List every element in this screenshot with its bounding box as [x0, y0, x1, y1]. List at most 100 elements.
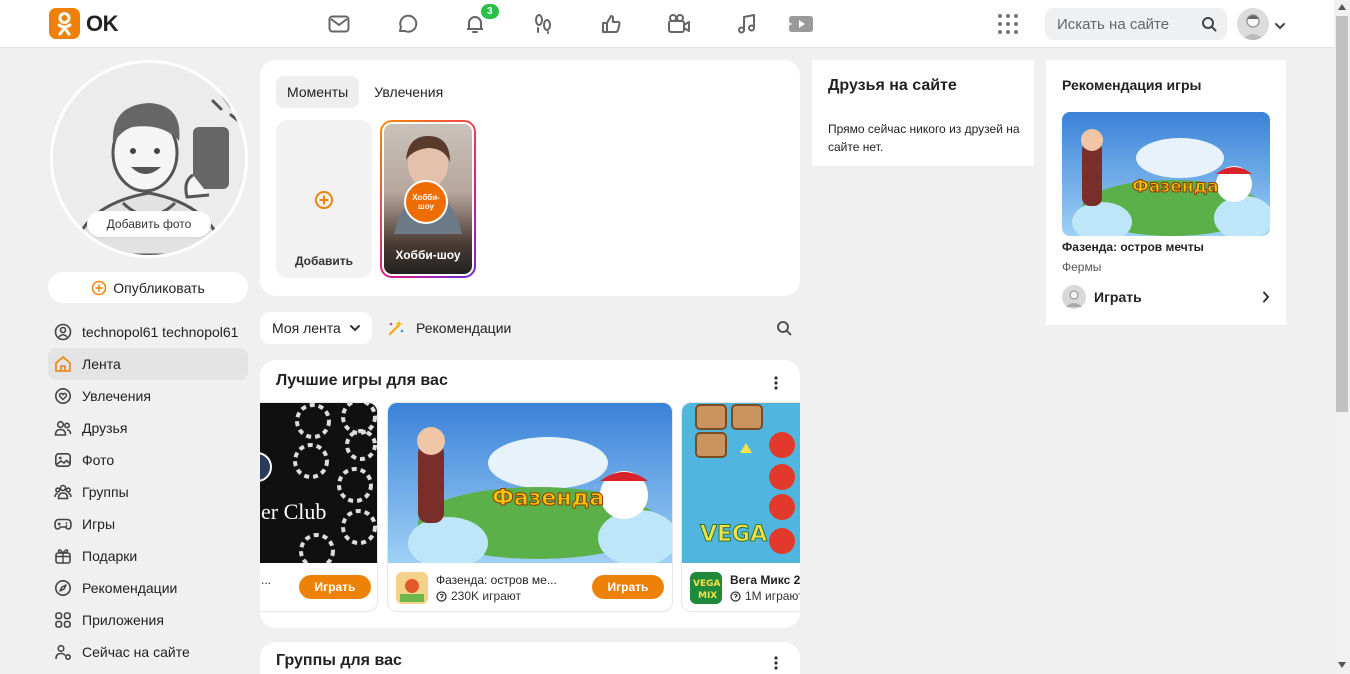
play-button[interactable]: Играть: [299, 575, 371, 599]
feed-selector-label: Моя лента: [272, 320, 341, 336]
play-button[interactable]: Играть: [592, 575, 664, 599]
groups-icon: [54, 484, 72, 500]
game-cover-vega-mix: VEGA: [682, 403, 800, 563]
svg-text:MIX: MIX: [698, 591, 717, 601]
sidebar-item-recommendations[interactable]: Рекомендации: [48, 572, 248, 604]
messages-button[interactable]: [305, 10, 373, 38]
guests-button[interactable]: [509, 10, 577, 38]
sidebar-item-label: Лента: [82, 356, 121, 372]
mail-icon: [328, 15, 350, 33]
brand-name: OK: [86, 10, 119, 36]
scroll-up-arrow-icon[interactable]: [1338, 4, 1346, 10]
page-scrollbar[interactable]: [1334, 0, 1350, 674]
game-players: 1M играют: [730, 589, 800, 603]
svg-text:Фазенда: Фазенда: [1132, 177, 1219, 197]
plus-circle-icon: [315, 191, 333, 209]
play-video-icon: [789, 16, 813, 32]
sidebar-item-groups[interactable]: Группы: [48, 476, 248, 508]
game-players-count: 230K играют: [451, 589, 522, 603]
events-button[interactable]: [577, 10, 645, 38]
sidebar-item-games[interactable]: Игры: [48, 508, 248, 540]
scroll-down-arrow-icon[interactable]: [1338, 662, 1346, 668]
sidebar-item-label: technopol61 technopol61: [82, 324, 239, 340]
sidebar-item-label: Подарки: [82, 548, 138, 564]
search-icon: [777, 321, 792, 336]
add-photo-button[interactable]: Добавить фото: [87, 211, 211, 237]
online-users-icon: [55, 644, 72, 661]
gamepad-icon: [54, 518, 72, 530]
user-avatar[interactable]: [1237, 8, 1269, 40]
compass-icon: [55, 580, 71, 596]
game-thumbnail: VEGA MIX: [690, 572, 722, 604]
site-search: [1045, 8, 1227, 40]
story-badge: Хобби-шоу: [404, 180, 448, 224]
recommended-game-name: Фазенда: остров мечты: [1062, 240, 1204, 254]
tab-moments[interactable]: Моменты: [276, 76, 360, 108]
sidebar-item-profile[interactable]: technopol61 technopol61: [48, 316, 248, 348]
game-name: ...: [261, 573, 272, 587]
sidebar-item-label: Игры: [82, 516, 116, 532]
sidebar-item-label: Увлечения: [82, 388, 151, 404]
more-options-button[interactable]: [774, 376, 778, 393]
game-thumbnail: [396, 572, 428, 604]
ok-logo[interactable]: OK: [49, 8, 119, 39]
svg-text:VEGA: VEGA: [693, 579, 721, 589]
game-cover-title: er Club: [261, 499, 327, 524]
tab-hobbies[interactable]: Увлечения: [363, 76, 454, 108]
apps-icon: [55, 612, 71, 628]
sidebar-item-label: Фото: [82, 452, 115, 468]
recommended-game-cover[interactable]: Фазенда: [1062, 112, 1270, 236]
game-tile[interactable]: VEGA VEGA MIX Вега Микс 2 1M играют: [681, 402, 800, 612]
sidebar-item-apps[interactable]: Приложения: [48, 604, 248, 636]
play-label: Играть: [1094, 289, 1142, 305]
sparkles-icon: [388, 320, 404, 336]
video-showcase-button[interactable]: [781, 10, 821, 38]
sidebar-nav: technopol61 technopol61 Лента Увлечения …: [48, 316, 248, 668]
chevron-down-icon[interactable]: [1274, 17, 1286, 33]
sidebar-item-hobbies[interactable]: Увлечения: [48, 380, 248, 412]
sidebar-item-online[interactable]: Сейчас на сайте: [48, 636, 248, 668]
search-input[interactable]: [1057, 15, 1197, 33]
home-icon: [55, 356, 71, 372]
video-button[interactable]: [645, 10, 713, 38]
games-card-title: Лучшие игры для вас: [276, 372, 448, 389]
notifications-button[interactable]: 3: [441, 4, 509, 38]
game-players-count: 1M играют: [745, 589, 800, 603]
recommended-game-category: Фермы: [1062, 260, 1102, 274]
heart-circle-icon: [55, 388, 71, 404]
publish-button[interactable]: Опубликовать: [48, 272, 248, 303]
avatar: [1062, 285, 1086, 309]
scrollbar-thumb[interactable]: [1336, 16, 1348, 412]
game-cover-poker-club: er Club: [260, 403, 377, 569]
chevron-down-icon: [349, 325, 360, 332]
top-bar: OK 3: [0, 0, 1334, 48]
more-vertical-icon: [774, 656, 778, 670]
recommendations-label: Рекомендации: [416, 320, 512, 336]
search-icon[interactable]: [1201, 16, 1217, 32]
friends-icon: [54, 420, 72, 436]
chevron-right-icon[interactable]: [1262, 290, 1270, 306]
more-options-button[interactable]: [774, 656, 778, 673]
feed-toolbar: Моя лента Рекомендации: [260, 312, 800, 344]
services-grid-button[interactable]: [997, 13, 1019, 35]
game-tile[interactable]: Фазенда Фазенда: остров ме... 230K играю…: [387, 402, 673, 612]
players-icon: [730, 590, 741, 602]
sidebar-item-photos[interactable]: Фото: [48, 444, 248, 476]
story-hobby-show[interactable]: Хобби-шоу Хобби-шоу: [380, 120, 476, 278]
footprints-icon: [535, 14, 551, 34]
recommendations-tab[interactable]: Рекомендации: [386, 312, 511, 344]
sidebar-item-label: Сейчас на сайте: [82, 644, 190, 660]
discussions-button[interactable]: [373, 10, 441, 38]
play-recommended-game-button[interactable]: Играть: [1062, 285, 1270, 309]
sidebar-item-feed[interactable]: Лента: [48, 348, 248, 380]
sidebar-item-friends[interactable]: Друзья: [48, 412, 248, 444]
music-button[interactable]: [713, 10, 781, 38]
game-tile[interactable]: er Club ... Играть: [260, 402, 378, 612]
story-preview: Хобби-шоу Хобби-шоу: [382, 122, 474, 276]
feed-search-button[interactable]: [776, 320, 792, 339]
add-moment-button[interactable]: Добавить: [276, 120, 372, 278]
feed-selector[interactable]: Моя лента: [260, 312, 372, 344]
sidebar-item-gifts[interactable]: Подарки: [48, 540, 248, 572]
user-icon: [54, 323, 72, 341]
game-name: Фазенда: остров ме...: [436, 573, 557, 587]
